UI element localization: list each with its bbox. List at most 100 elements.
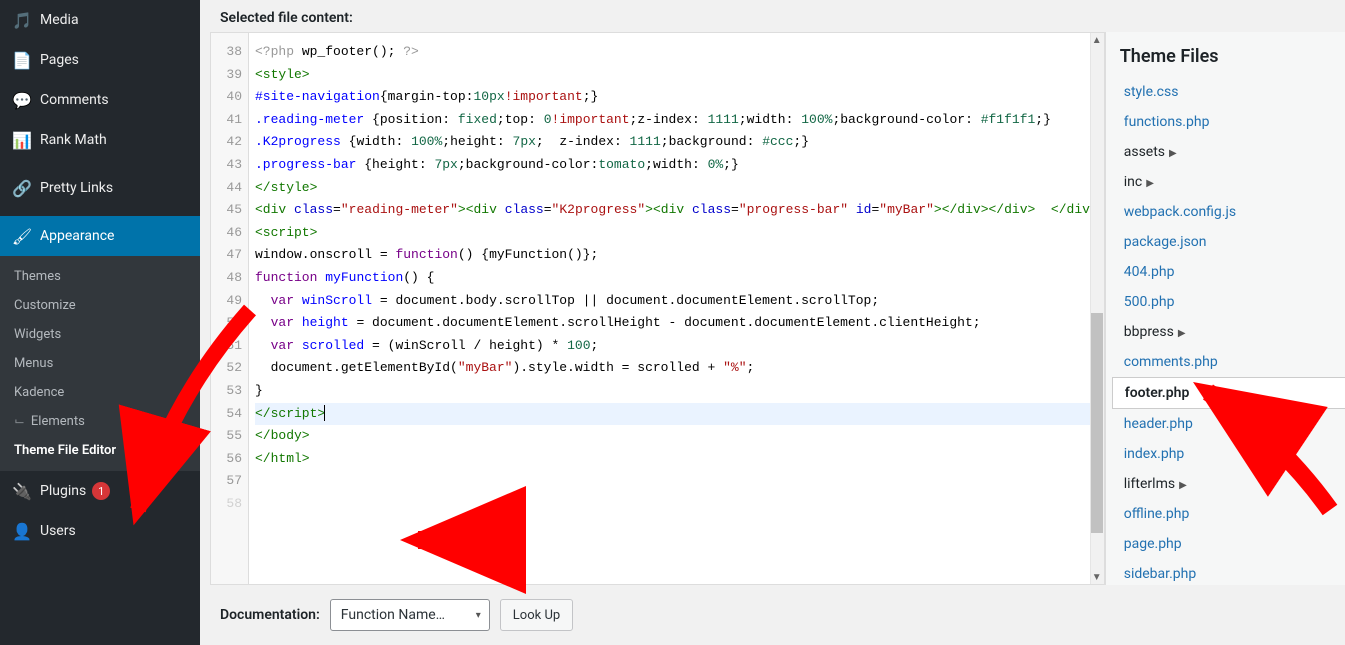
code-line[interactable]: } <box>255 380 1098 403</box>
line-number: 47 <box>211 244 242 267</box>
plugin-icon: 🔌 <box>12 481 32 501</box>
admin-sidebar: 🎵Media📄Pages💬Comments📊Rank Math 🔗Pretty L… <box>0 0 200 645</box>
theme-file-header-php[interactable]: header.php <box>1106 409 1345 439</box>
code-line[interactable]: function myFunction() { <box>255 267 1098 290</box>
file-label: page.php <box>1124 536 1182 552</box>
theme-file-inc[interactable]: inc▶ <box>1106 167 1345 197</box>
editor-wrap: 3738394041424344454647484950515253545556… <box>200 32 1345 585</box>
main-content: Selected file content: 37383940414243444… <box>200 0 1345 645</box>
theme-file-webpack-config-js[interactable]: webpack.config.js <box>1106 197 1345 227</box>
code-line[interactable]: </body> <box>255 425 1098 448</box>
file-label: webpack.config.js <box>1124 204 1236 220</box>
line-number: 40 <box>211 86 242 109</box>
file-label: sidebar.php <box>1124 566 1196 582</box>
file-label: 404.php <box>1124 264 1175 280</box>
line-number: 48 <box>211 267 242 290</box>
elements-icon: ⌙ <box>14 414 25 429</box>
appearance-submenu: ThemesCustomizeWidgetsMenusKadence⌙Eleme… <box>0 256 200 471</box>
theme-file-comments-php[interactable]: comments.php <box>1106 347 1345 377</box>
vertical-scrollbar[interactable]: ▲ ▼ <box>1090 33 1104 584</box>
file-label: package.json <box>1124 234 1207 250</box>
code-line[interactable]: var scrolled = (winScroll / height) * 10… <box>255 335 1098 358</box>
code-line[interactable]: document.getElementById("myBar").style.w… <box>255 357 1098 380</box>
code-line[interactable]: var height = document.documentElement.sc… <box>255 312 1098 335</box>
submenu-item-elements[interactable]: ⌙Elements <box>0 407 200 436</box>
code-line[interactable]: <style> <box>255 64 1098 87</box>
sidebar-item-users[interactable]: 👤Users <box>0 511 200 551</box>
theme-file-footer-php[interactable]: footer.php <box>1112 377 1345 409</box>
theme-file-page-php[interactable]: page.php <box>1106 529 1345 559</box>
theme-file-lifterlms[interactable]: lifterlms ▶ <box>1106 469 1345 499</box>
link-icon: 🔗 <box>12 178 32 198</box>
line-number: 44 <box>211 177 242 200</box>
file-label: index.php <box>1124 446 1185 462</box>
code-line[interactable]: </html> <box>255 448 1098 471</box>
theme-file-sidebar-php[interactable]: sidebar.php <box>1106 559 1345 585</box>
sidebar-item-pages[interactable]: 📄Pages <box>0 40 200 80</box>
code-line[interactable]: </script> <box>255 403 1098 426</box>
page-icon: 📄 <box>12 50 32 70</box>
sidebar-item-label: Rank Math <box>40 132 107 148</box>
code-line[interactable]: window.onscroll = function() {myFunction… <box>255 244 1098 267</box>
theme-file-404-php[interactable]: 404.php <box>1106 257 1345 287</box>
line-number: 57 <box>211 470 242 493</box>
submenu-item-menus[interactable]: Menus <box>0 349 200 378</box>
code-editor[interactable]: 3738394041424344454647484950515253545556… <box>210 32 1105 585</box>
line-number: 39 <box>211 64 242 87</box>
submenu-item-widgets[interactable]: Widgets <box>0 320 200 349</box>
scroll-up-arrow[interactable]: ▲ <box>1090 33 1104 47</box>
code-line[interactable]: <?php wp_footer(); ?> <box>255 41 1098 64</box>
line-number: 38 <box>211 41 242 64</box>
code-line[interactable]: .progress-bar {height: 7px;background-co… <box>255 154 1098 177</box>
submenu-item-kadence[interactable]: Kadence <box>0 378 200 407</box>
line-number: 52 <box>211 357 242 380</box>
line-number: 54 <box>211 403 242 426</box>
submenu-item-themes[interactable]: Themes <box>0 262 200 291</box>
chevron-down-icon: ▾ <box>476 610 481 621</box>
line-number: 45 <box>211 199 242 222</box>
code-line[interactable]: #site-navigation{margin-top:10px!importa… <box>255 86 1098 109</box>
sidebar-item-media[interactable]: 🎵Media <box>0 0 200 40</box>
documentation-label: Documentation: <box>220 607 320 623</box>
line-number: 42 <box>211 131 242 154</box>
theme-file-style-css[interactable]: style.css <box>1106 77 1345 107</box>
sidebar-item-comments[interactable]: 💬Comments <box>0 80 200 120</box>
sidebar-item-rank-math[interactable]: 📊Rank Math <box>0 120 200 160</box>
file-label: footer.php <box>1125 385 1190 401</box>
file-label: style.css <box>1124 84 1179 100</box>
theme-file-functions-php[interactable]: functions.php <box>1106 107 1345 137</box>
theme-file-index-php[interactable]: index.php <box>1106 439 1345 469</box>
code-content[interactable]: <?php wp_footer(); ?><style>#site-naviga… <box>249 33 1104 584</box>
file-label: functions.php <box>1124 114 1210 130</box>
sidebar-item-appearance[interactable]: 🖌Appearance <box>0 216 200 256</box>
code-line[interactable]: <div class="reading-meter"><div class="K… <box>255 199 1098 222</box>
theme-file-assets[interactable]: assets▶ <box>1106 137 1345 167</box>
lookup-button[interactable]: Look Up <box>500 599 573 631</box>
sidebar-item-plugins[interactable]: 🔌Plugins1 <box>0 471 200 511</box>
chevron-right-icon: ▶ <box>1179 480 1187 491</box>
sidebar-item-label: Media <box>40 12 79 28</box>
code-line[interactable]: var winScroll = document.body.scrollTop … <box>255 290 1098 313</box>
file-label: assets <box>1124 144 1165 160</box>
function-name-select[interactable]: Function Name… ▾ <box>330 599 490 631</box>
submenu-item-theme-file-editor[interactable]: Theme File Editor <box>0 436 200 465</box>
code-line[interactable]: <script> <box>255 222 1098 245</box>
file-label: lifterlms <box>1124 476 1175 492</box>
line-number: 50 <box>211 312 242 335</box>
code-line[interactable]: </style> <box>255 177 1098 200</box>
sidebar-item-pretty-links[interactable]: 🔗Pretty Links <box>0 168 200 208</box>
scrollbar-thumb[interactable] <box>1091 313 1103 533</box>
scroll-down-arrow[interactable]: ▼ <box>1090 570 1104 584</box>
brush-icon: 🖌 <box>12 226 32 246</box>
theme-file-offline-php[interactable]: offline.php <box>1106 499 1345 529</box>
theme-file-bbpress[interactable]: bbpress▶ <box>1106 317 1345 347</box>
submenu-item-customize[interactable]: Customize <box>0 291 200 320</box>
code-line[interactable]: .reading-meter {position: fixed;top: 0!i… <box>255 109 1098 132</box>
file-label: header.php <box>1124 416 1193 432</box>
code-line[interactable]: .K2progress {width: 100%;height: 7px; z-… <box>255 131 1098 154</box>
chevron-right-icon: ▶ <box>1146 178 1154 189</box>
selected-file-label: Selected file content: <box>200 0 1345 32</box>
theme-file-500-php[interactable]: 500.php <box>1106 287 1345 317</box>
line-number: 46 <box>211 222 242 245</box>
theme-file-package-json[interactable]: package.json <box>1106 227 1345 257</box>
